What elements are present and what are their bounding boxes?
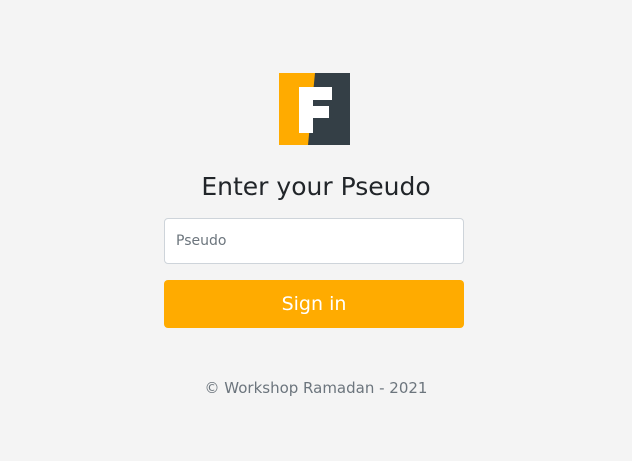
footer-copyright: © Workshop Ramadan - 2021 — [204, 379, 428, 397]
page-title: Enter your Pseudo — [201, 172, 431, 201]
login-page: Enter your Pseudo Sign in © Workshop Ram… — [0, 0, 632, 461]
brand-logo-icon — [279, 73, 350, 145]
pseudo-input[interactable] — [164, 218, 464, 264]
sign-in-button[interactable]: Sign in — [164, 280, 464, 328]
